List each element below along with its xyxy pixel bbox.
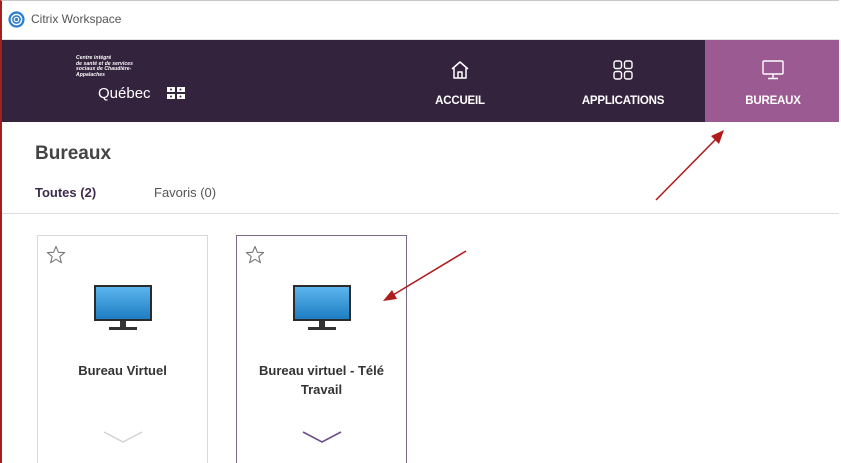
nav-accueil-label: ACCUEIL bbox=[435, 95, 485, 107]
window-title: Citrix Workspace bbox=[31, 12, 122, 26]
logo-line: Appalaches bbox=[76, 71, 106, 78]
desktop-card-bureau-virtuel[interactable]: Bureau Virtuel bbox=[37, 235, 208, 463]
top-navigation-bar: Centre intégré de santé et de services s… bbox=[2, 40, 839, 122]
home-icon bbox=[451, 61, 469, 79]
nav-bureaux-label: BUREAUX bbox=[745, 95, 801, 107]
monitor-icon bbox=[293, 285, 351, 330]
favorite-star-icon[interactable] bbox=[245, 245, 265, 265]
cisss-quebec-logo: Centre intégré de santé et de services s… bbox=[76, 55, 196, 104]
desktop-card-label: Bureau virtuel - Télé Travail bbox=[259, 363, 384, 397]
logo-wordmark: Québec bbox=[98, 85, 151, 102]
desktop-card-bureau-virtuel-teletravail[interactable]: Bureau virtuel - Télé Travail bbox=[236, 235, 407, 463]
desktop-card-label: Bureau Virtuel bbox=[78, 363, 167, 378]
tab-favoris[interactable]: Favoris (0) bbox=[154, 185, 216, 200]
fleurdelise-flag-icon bbox=[167, 87, 185, 99]
chevron-down-icon[interactable] bbox=[301, 430, 343, 444]
citrix-logo-icon bbox=[8, 11, 25, 28]
title-bar: Citrix Workspace bbox=[2, 1, 839, 40]
tab-toutes[interactable]: Toutes (2) bbox=[35, 185, 96, 200]
favorite-star-icon[interactable] bbox=[46, 245, 66, 265]
nav-accueil[interactable]: ACCUEIL bbox=[422, 40, 498, 122]
chevron-down-icon[interactable] bbox=[102, 430, 144, 444]
desktop-icon bbox=[762, 60, 784, 80]
page-title: Bureaux bbox=[35, 143, 112, 164]
nav-applications[interactable]: APPLICATIONS bbox=[558, 40, 688, 122]
monitor-icon bbox=[94, 285, 152, 330]
apps-grid-icon bbox=[613, 60, 633, 80]
citrix-window: Citrix Workspace Centre intégré de santé… bbox=[0, 0, 839, 463]
nav-bureaux[interactable]: BUREAUX bbox=[705, 40, 839, 122]
section-divider bbox=[2, 213, 839, 214]
nav-applications-label: APPLICATIONS bbox=[581, 95, 665, 107]
